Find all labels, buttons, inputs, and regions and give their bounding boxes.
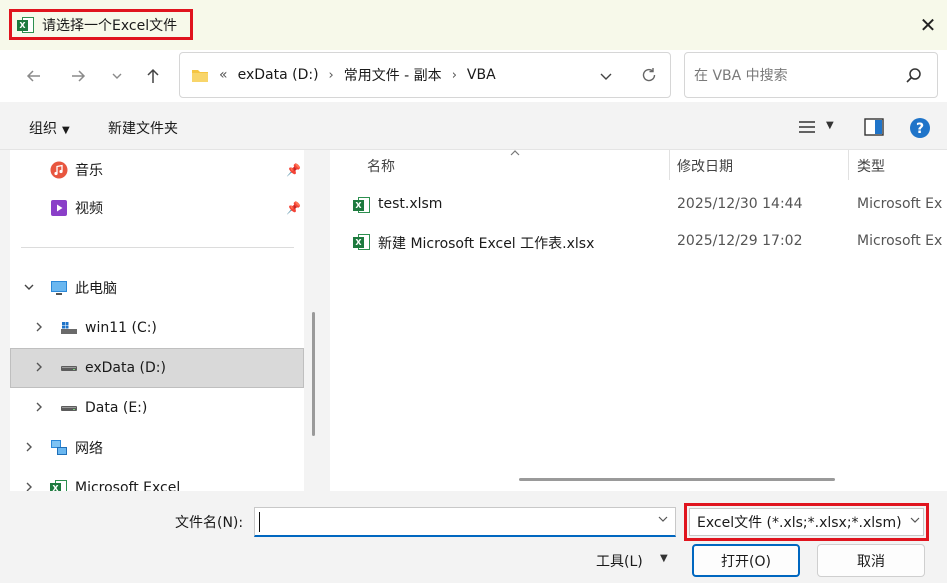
breadcrumb-chevron-icon: › [451,67,457,83]
column-header-type[interactable]: 类型 [857,156,885,176]
search-icon[interactable] [903,65,925,87]
recent-chevron-down-icon[interactable] [103,62,131,90]
file-type: Microsoft Ex [857,196,943,212]
pin-icon[interactable]: 📌 [286,201,301,215]
sidebar-item-exdata[interactable]: exData (D:) [10,348,304,388]
sidebar-item-network[interactable]: 网络 [10,428,304,468]
text-caret [259,512,260,532]
excel-macro-file-icon: X [353,196,371,214]
network-icon [51,440,67,455]
sidebar-divider [21,247,294,248]
sidebar-label: 视频 [75,201,103,217]
column-header-name[interactable]: 名称 [367,156,395,176]
sidebar-item-music[interactable]: 音乐 📌 [10,150,304,190]
close-icon[interactable]: ✕ [912,10,944,40]
column-divider[interactable] [848,150,849,180]
organize-button[interactable]: 组织 ▼ [29,118,70,138]
up-arrow-icon[interactable] [139,62,167,90]
column-divider[interactable] [669,150,670,180]
chevron-right-icon[interactable] [32,321,46,336]
breadcrumb-folder[interactable]: 常用文件 - 副本 [344,65,442,85]
excel-file-icon: X [353,233,371,251]
chevron-right-icon[interactable] [32,401,46,416]
file-type-filter-select[interactable]: Excel文件 (*.xls;*.xlsx;*.xlsm) [689,508,924,536]
back-arrow-icon[interactable] [20,62,48,90]
refresh-icon[interactable] [636,62,662,88]
filename-input[interactable] [254,507,676,537]
cancel-button[interactable]: 取消 [817,544,925,577]
sidebar-item-video[interactable]: 视频 📌 [10,188,304,228]
chevron-right-icon[interactable] [32,361,46,376]
excel-icon: X [50,479,68,491]
file-date: 2025/12/29 17:02 [677,233,803,249]
chevron-down-icon[interactable] [22,281,36,296]
drive-icon [61,406,77,411]
search-input[interactable] [694,65,894,87]
filename-chevron-down-icon[interactable] [657,513,669,528]
file-type-filter-value: Excel文件 (*.xls;*.xlsx;*.xlsm) [697,515,902,531]
sidebar-item-win11[interactable]: win11 (C:) [10,308,304,348]
breadcrumb-vba[interactable]: VBA [467,67,496,83]
chevron-right-icon[interactable] [22,441,36,456]
music-icon [50,161,68,179]
sort-ascending-icon [509,146,521,160]
excel-icon: X [17,16,35,34]
file-type: Microsoft Ex [857,233,943,249]
breadcrumb-exdata[interactable]: exData (D:) [238,67,319,83]
sidebar-item-this-pc[interactable]: 此电脑 [10,268,304,308]
window-title: 请选择一个Excel文件 [42,17,178,34]
chevron-right-icon[interactable] [22,481,36,492]
title-highlight-box: X 请选择一个Excel文件 [9,9,193,40]
new-folder-button[interactable]: 新建文件夹 [108,118,178,138]
view-menu-icon[interactable] [798,120,816,138]
svg-text:?: ? [916,121,924,137]
file-date: 2025/12/30 14:44 [677,196,803,212]
sidebar-label: 音乐 [75,163,103,179]
organize-label: 组织 [29,121,57,137]
table-row[interactable]: X 新建 Microsoft Excel 工作表.xlsx 2025/12/29… [340,227,947,257]
file-name: 新建 Microsoft Excel 工作表.xlsx [378,236,595,252]
horizontal-scrollbar[interactable] [519,478,835,481]
folder-icon [192,70,208,82]
sidebar-label: 此电脑 [75,281,117,297]
address-chevron-down-icon[interactable] [594,64,618,88]
sidebar-label: Data (E:) [85,400,148,416]
tools-button[interactable]: 工具(L) [596,551,643,571]
tools-caret-down-icon[interactable]: ▼ [660,553,668,564]
sidebar-item-data[interactable]: Data (E:) [10,388,304,428]
preview-pane-icon[interactable] [864,118,884,140]
sidebar-label: win11 (C:) [85,320,157,336]
table-row[interactable]: X test.xlsm 2025/12/30 14:44 Microsoft E… [340,190,947,220]
sidebar-label: 网络 [75,441,103,457]
pin-icon[interactable]: 📌 [286,163,301,177]
sidebar-scrollbar[interactable] [312,312,315,436]
view-caret-down-icon[interactable]: ▼ [826,120,834,131]
breadcrumb-chevron-icon: › [328,67,334,83]
navigation-pane: 音乐 📌 视频 📌 此电脑 win11 (C:) exData (D:) Dat… [10,150,304,491]
open-button[interactable]: 打开(O) [692,544,800,577]
help-icon[interactable]: ? [909,117,931,143]
column-header-date[interactable]: 修改日期 [677,156,733,176]
system-drive-icon [61,322,77,334]
filter-chevron-down-icon[interactable] [909,514,921,529]
file-type-filter-highlight: Excel文件 (*.xls;*.xlsx;*.xlsm) [684,503,929,541]
computer-icon [51,281,67,295]
breadcrumb-overflow[interactable]: « [219,67,228,83]
filename-label: 文件名(N): [175,515,244,531]
search-box [684,52,938,98]
forward-arrow-icon[interactable] [64,62,92,90]
sidebar-label: exData (D:) [85,360,166,376]
caret-down-icon: ▼ [62,125,70,136]
sidebar-label: Microsoft Excel [75,480,181,491]
drive-icon [61,366,77,371]
file-name: test.xlsm [378,196,443,212]
video-icon [51,200,67,216]
sidebar-item-excel[interactable]: X Microsoft Excel [10,468,304,491]
